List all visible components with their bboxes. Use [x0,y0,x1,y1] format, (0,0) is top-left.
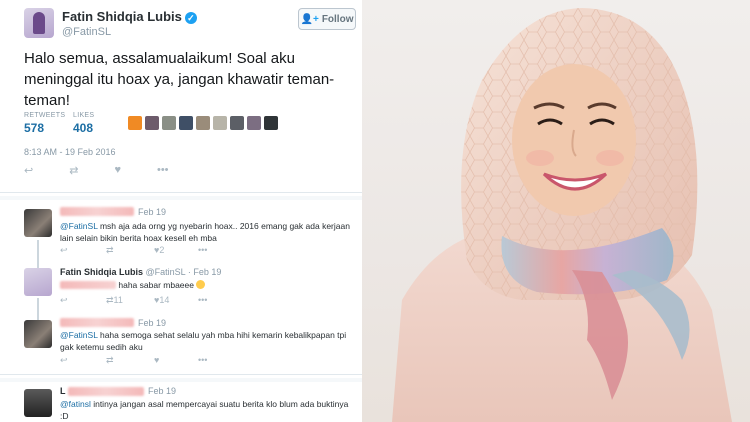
like-icon[interactable]: ♥ [154,355,159,365]
reply-tweet: L Feb 19 @fatinsl intinya jangan asal me… [0,382,362,422]
reply-body: haha semoga sehat selalu yah mba hihi ke… [60,330,347,352]
divider [0,192,362,193]
retweet-icon[interactable]: ⇄ 11 [106,295,123,306]
twitter-screenshot: Fatin Shidqia Lubis ✓ @FatinSL 👤+ Follow … [0,0,362,422]
tweet-actions: ↩ ⇄ ♥ ••• [24,164,169,177]
reply-date[interactable]: Feb 19 [138,207,166,217]
add-user-icon: 👤+ [300,13,319,25]
likes-count: 408 [73,121,94,135]
thread-line [37,240,39,266]
more-icon[interactable]: ••• [198,245,207,255]
reply-text: @FatinSL haha semoga sehat selalu yah mb… [60,329,358,353]
thread-line [37,312,39,320]
reply-body: haha sabar mbaeee [116,280,194,290]
reply-author-name[interactable]: Fatin Shidqia Lubis [60,267,143,277]
divider [0,374,362,375]
liker-avatar[interactable] [179,116,193,130]
retweet-icon[interactable]: ⇄ [69,164,78,177]
reply-icon[interactable]: ↩ [60,295,68,306]
tweet-text: Halo semua, assalamualaikum! Soal aku me… [24,50,335,109]
verified-icon: ✓ [184,12,197,24]
retweet-icon[interactable]: ⇄ [106,355,114,366]
reply-body: intinya jangan asal mempercayai suatu be… [60,399,349,421]
reply-text: @FatinSL msh aja ada orng yg nyebarin ho… [60,220,358,244]
reply-icon[interactable]: ↩ [60,355,68,366]
portrait-photo [362,0,750,422]
reply-text: haha sabar mbaeee [60,279,358,291]
avatar[interactable] [24,268,52,296]
more-icon[interactable]: ••• [198,295,207,305]
reply-icon[interactable]: ↩ [60,245,68,256]
reply-tweet: Fatin Shidqia Lubis @FatinSL · Feb 19 ha… [0,264,362,312]
avatar[interactable] [24,389,52,417]
reply-date[interactable]: Feb 19 [138,318,166,328]
face-shape [512,64,636,216]
blurred-mention [60,281,116,289]
author-handle[interactable]: @FatinSL [62,26,111,38]
thread-line [37,264,39,268]
more-icon[interactable]: ••• [157,164,169,177]
author-name[interactable]: Fatin Shidqia Lubis [62,9,182,24]
avatar[interactable] [24,209,52,237]
like-count: 2 [159,245,165,255]
mention-link[interactable]: @fatinsl [60,399,91,409]
like-icon[interactable]: ♥ 2 [154,245,164,255]
liker-avatar[interactable] [264,116,278,130]
grinning-emoji-icon [196,280,206,289]
reply-text: @fatinsl intinya jangan asal mempercayai… [60,398,358,422]
liker-avatar[interactable] [230,116,244,130]
thread-line [37,298,39,312]
likes-label: LIKES [73,112,95,119]
like-icon[interactable]: ♥ 14 [154,295,169,305]
reply-date[interactable]: Feb 19 [148,386,176,396]
mention-link[interactable]: @FatinSL [60,330,98,340]
follow-label: Follow [321,13,354,25]
liker-avatar[interactable] [145,116,159,130]
retweet-icon[interactable]: ⇄ [106,245,114,256]
reply-body: msh aja ada orng yg nyebarin hoax.. 2016… [60,221,350,243]
liker-avatar[interactable] [128,116,142,130]
liker-avatar[interactable] [247,116,261,130]
liker-avatar[interactable] [162,116,176,130]
blurred-name [60,207,134,216]
retweet-count: 11 [113,295,123,305]
main-tweet: Fatin Shidqia Lubis ✓ @FatinSL 👤+ Follow … [0,0,362,188]
portrait-illustration [392,8,732,422]
blurred-name [60,318,134,327]
liker-avatar[interactable] [196,116,210,130]
like-count: 14 [159,295,170,305]
blurred-name [68,387,144,396]
reply-tweet: Feb 19 @FatinSL msh aja ada orng yg nyeb… [0,200,362,266]
retweets-label: RETWEETS [24,112,66,119]
reply-name-prefix[interactable]: L [60,386,66,396]
reply-tweet: Feb 19 @FatinSL haha semoga sehat selalu… [0,312,362,372]
like-stat[interactable]: LIKES 408 [73,112,94,135]
like-icon[interactable]: ♥ [114,164,121,177]
reply-icon[interactable]: ↩ [24,164,33,177]
avatar[interactable] [24,8,54,38]
tweet-timestamp[interactable]: 8:13 AM - 19 Feb 2016 [24,147,116,157]
liker-avatar[interactable] [213,116,227,130]
reply-handle-date[interactable]: @FatinSL · Feb 19 [146,267,222,277]
liker-avatars [128,116,278,130]
retweets-count: 578 [24,121,45,135]
retweet-stat[interactable]: RETWEETS 578 [24,112,65,135]
avatar[interactable] [24,320,52,348]
mention-link[interactable]: @FatinSL [60,221,98,231]
follow-button[interactable]: 👤+ Follow [298,8,356,30]
more-icon[interactable]: ••• [198,355,207,365]
